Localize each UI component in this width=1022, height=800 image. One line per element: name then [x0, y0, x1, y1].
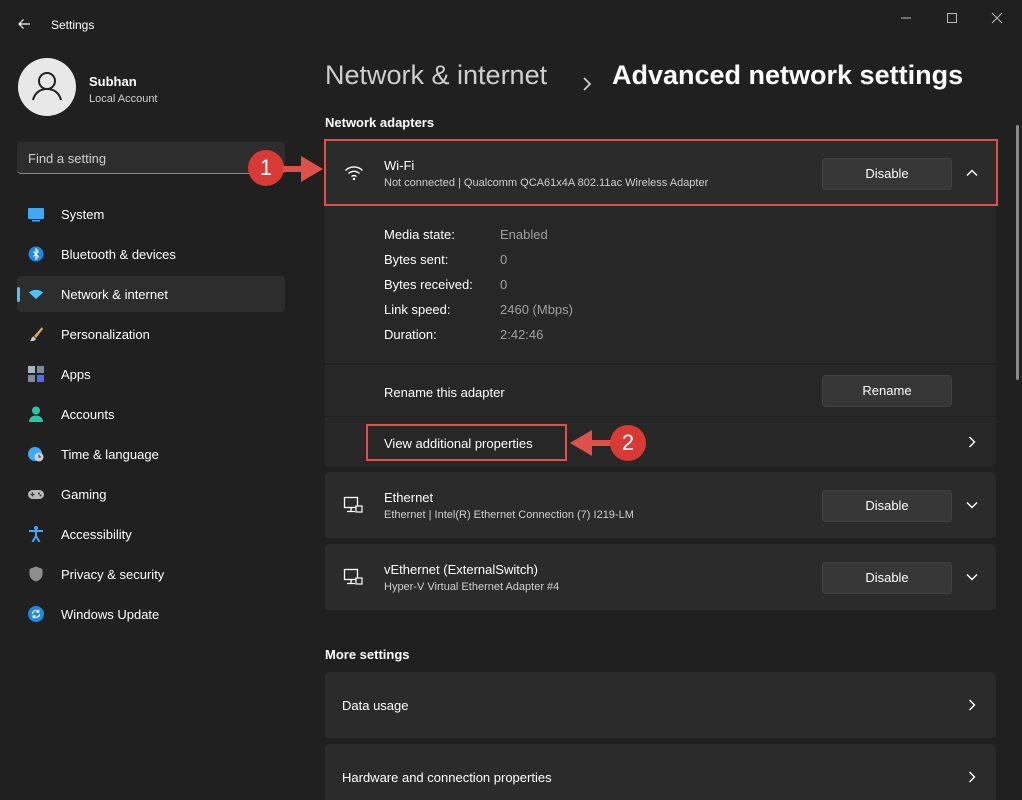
maximize-icon[interactable]	[937, 8, 967, 28]
vethernet-disable-button[interactable]: Disable	[822, 562, 952, 594]
chevron-right-icon	[964, 769, 980, 785]
sidebar-item-label: Bluetooth & devices	[61, 247, 176, 262]
sidebar-item-personalization[interactable]: Personalization	[17, 316, 285, 352]
title-bar: Settings	[0, 0, 1022, 44]
system-icon	[28, 206, 44, 222]
sidebar-item-system[interactable]: System	[17, 196, 285, 232]
adapter-status: Ethernet | Intel(R) Ethernet Connection …	[384, 509, 634, 521]
avatar	[18, 58, 76, 116]
app-title: Settings	[51, 18, 95, 32]
ethernet-adapter-card[interactable]: Ethernet Ethernet | Intel(R) Ethernet Co…	[325, 472, 996, 538]
sidebar-item-apps[interactable]: Apps	[17, 356, 285, 392]
shield-icon	[28, 566, 44, 582]
sidebar-item-label: Apps	[61, 367, 91, 382]
detail-label: Duration:	[384, 327, 437, 342]
gamepad-icon	[28, 486, 44, 502]
breadcrumb-parent[interactable]: Network & internet	[325, 60, 547, 90]
annotation-badge-1: 1	[248, 150, 284, 186]
annotation-arrow-1	[283, 156, 323, 182]
hardware-connection-properties-item[interactable]: Hardware and connection properties	[325, 744, 996, 800]
sidebar-item-accessibility[interactable]: Accessibility	[17, 516, 285, 552]
adapter-name: Ethernet	[384, 490, 434, 505]
sidebar-item-label: Personalization	[61, 327, 150, 342]
sidebar-item-windows-update[interactable]: Windows Update	[17, 596, 285, 632]
data-usage-item[interactable]: Data usage	[325, 672, 996, 738]
more-settings-label: Data usage	[342, 698, 409, 713]
chevron-down-icon[interactable]	[964, 569, 980, 585]
brush-icon	[28, 326, 44, 342]
detail-value: 2460 (Mbps)	[500, 302, 573, 317]
search-placeholder: Find a setting	[28, 151, 107, 166]
vethernet-adapter-card[interactable]: vEthernet (ExternalSwitch) Hyper-V Virtu…	[325, 544, 996, 610]
sidebar-nav: System Bluetooth & devices Network & int…	[17, 196, 285, 636]
detail-label: Media state:	[384, 227, 455, 242]
detail-value: 0	[500, 277, 508, 292]
chevron-down-icon[interactable]	[964, 497, 980, 513]
back-arrow-icon[interactable]	[14, 14, 34, 34]
sidebar-item-time-language[interactable]: Time & language	[17, 436, 285, 472]
annotation-box-wifi	[324, 139, 998, 206]
section-title-network-adapters: Network adapters	[325, 115, 435, 130]
person-icon	[28, 406, 44, 422]
chevron-right-icon	[581, 68, 593, 99]
sidebar-item-label: System	[61, 207, 105, 222]
annotation-box-view-properties	[366, 424, 567, 461]
close-icon[interactable]	[982, 8, 1012, 28]
minimize-icon[interactable]	[891, 8, 921, 28]
sidebar-item-accounts[interactable]: Accounts	[17, 396, 285, 432]
sidebar-item-label: Gaming	[61, 487, 107, 502]
adapter-name: vEthernet (ExternalSwitch)	[384, 562, 538, 577]
detail-value: 2:42:46	[500, 327, 544, 342]
annotation-badge-2: 2	[610, 425, 646, 461]
sidebar-item-label: Windows Update	[61, 607, 160, 622]
ethernet-icon	[343, 568, 363, 593]
ethernet-icon	[343, 496, 363, 521]
detail-label: Bytes sent:	[384, 252, 449, 267]
sidebar-item-label: Accessibility	[61, 527, 132, 542]
page-title: Advanced network settings	[612, 60, 964, 90]
sidebar-item-label: Privacy & security	[61, 567, 165, 582]
breadcrumb: Network & internet Advanced network sett…	[325, 60, 963, 91]
bluetooth-icon	[28, 246, 44, 262]
section-title-more-settings: More settings	[325, 647, 410, 662]
chevron-right-icon	[964, 697, 980, 713]
sidebar-item-label: Network & internet	[61, 287, 168, 302]
user-name: Subhan	[89, 74, 137, 89]
detail-value: 0	[500, 252, 508, 267]
update-icon	[28, 606, 44, 622]
rename-button[interactable]: Rename	[822, 375, 952, 407]
account-type: Local Account	[89, 93, 158, 105]
chevron-right-icon	[964, 434, 980, 450]
annotation-arrow-2	[570, 430, 612, 456]
sidebar-item-privacy[interactable]: Privacy & security	[17, 556, 285, 592]
detail-value: Enabled	[500, 227, 548, 242]
sidebar-item-bluetooth[interactable]: Bluetooth & devices	[17, 236, 285, 272]
accessibility-icon	[28, 526, 44, 543]
ethernet-disable-button[interactable]: Disable	[822, 490, 952, 522]
search-input[interactable]: Find a setting	[17, 142, 285, 174]
globe-clock-icon	[28, 446, 44, 462]
wifi-icon	[28, 286, 44, 302]
more-settings-label: Hardware and connection properties	[342, 770, 552, 785]
detail-label: Link speed:	[384, 302, 451, 317]
sidebar-item-label: Time & language	[61, 447, 159, 462]
detail-label: Bytes received:	[384, 277, 473, 292]
sidebar-item-gaming[interactable]: Gaming	[17, 476, 285, 512]
rename-adapter-label: Rename this adapter	[384, 385, 505, 400]
rename-adapter-row: Rename this adapter Rename	[325, 365, 996, 416]
sidebar-item-label: Accounts	[61, 407, 115, 422]
adapter-status: Hyper-V Virtual Ethernet Adapter #4	[384, 581, 560, 593]
sidebar-item-network[interactable]: Network & internet	[17, 276, 285, 312]
scrollbar-thumb[interactable]	[1016, 125, 1019, 380]
wifi-details-panel: Media state: Enabled Bytes sent: 0 Bytes…	[325, 206, 996, 364]
apps-icon	[28, 366, 44, 382]
